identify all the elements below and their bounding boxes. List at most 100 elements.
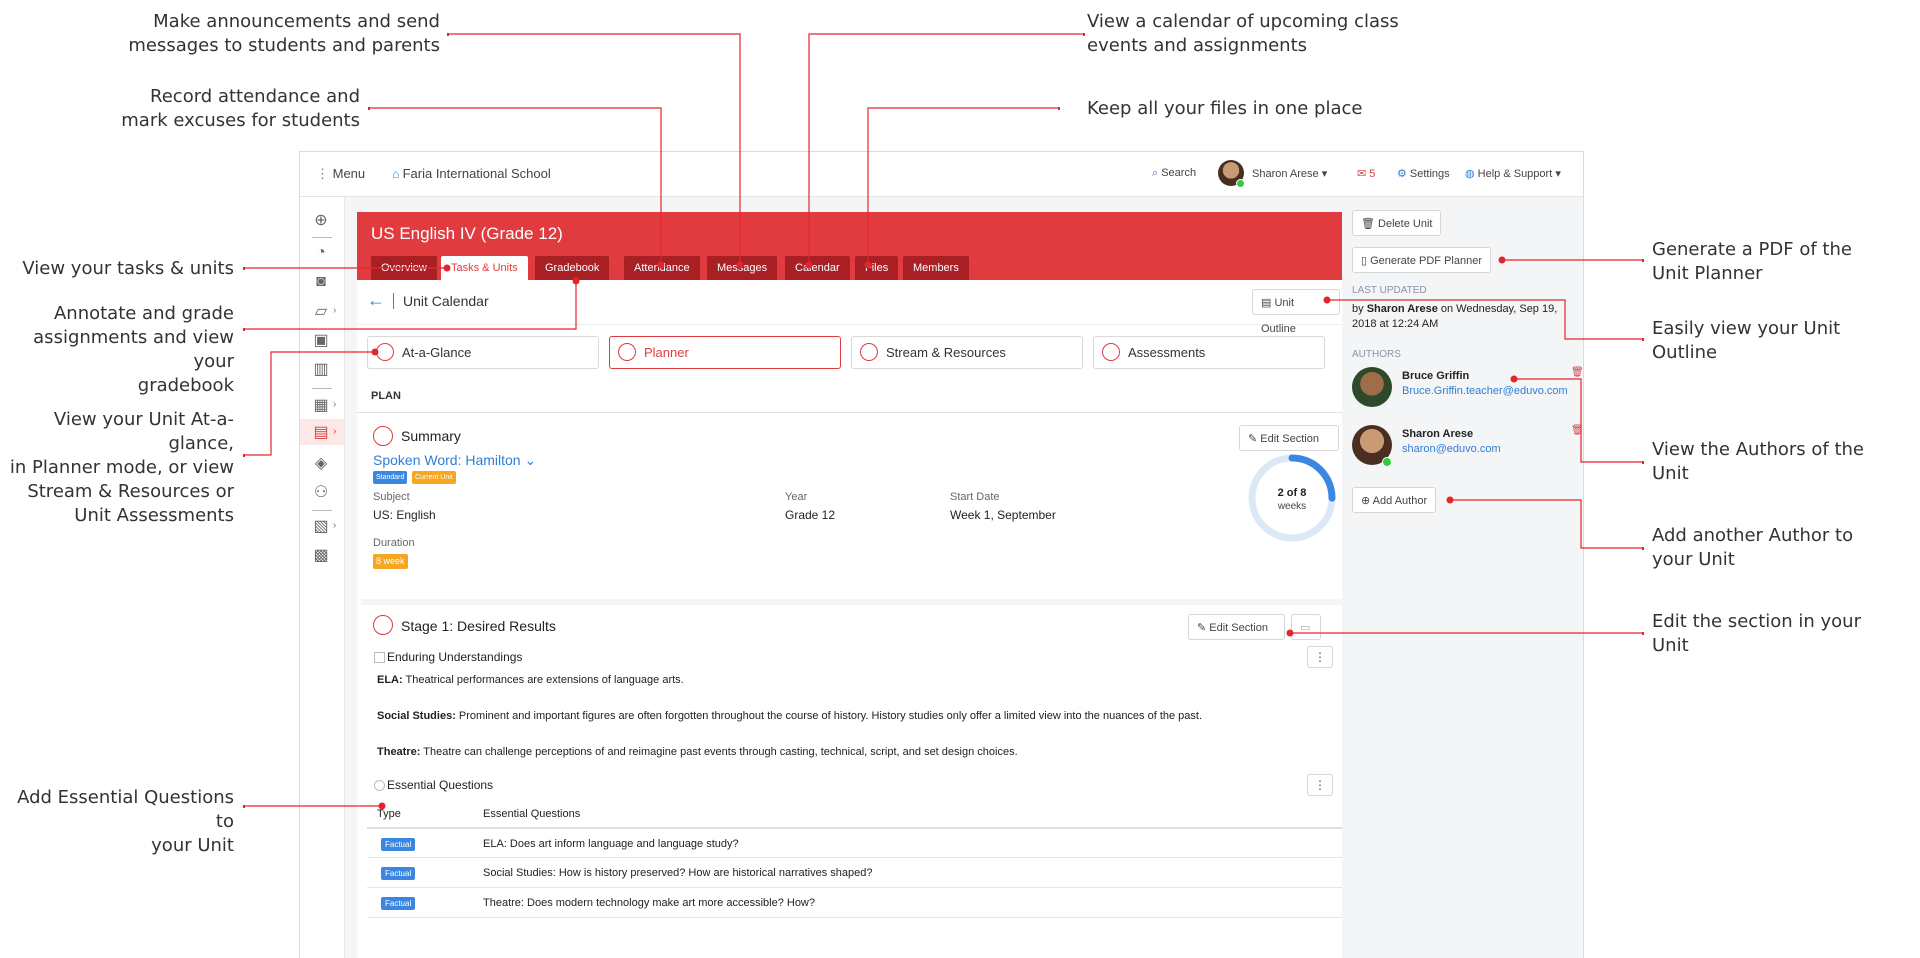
trash-icon[interactable]: 🗑	[1571, 425, 1583, 436]
subject-label: Subject	[373, 491, 410, 503]
tab-files[interactable]: Files	[855, 256, 899, 280]
planner-icon	[618, 343, 636, 361]
eu-item-label: Social Studies:	[377, 710, 456, 722]
year-value: Grade 12	[785, 508, 836, 522]
grid-icon[interactable]: ▦	[310, 394, 332, 416]
trash-icon[interactable]: 🗑	[1571, 367, 1583, 378]
briefcase-icon[interactable]: ▣	[310, 329, 332, 351]
eq-toggle[interactable]	[374, 780, 385, 791]
back-arrow-icon[interactable]: ←	[367, 290, 385, 311]
annotation-add-author: Add another Author to your Unit	[1652, 525, 1854, 570]
tab-overview[interactable]: Overview	[371, 256, 437, 280]
view-tab-planner[interactable]: Planner	[609, 336, 841, 369]
file-icon: ▯	[1361, 255, 1371, 267]
annotation-essential-questions: Add Essential Questions to your Unit	[17, 787, 234, 856]
unit-calendar-bar: ← Unit Calendar ▤ Unit Outline	[357, 280, 1342, 335]
view-tab-at-a-glance[interactable]: At-a-Glance	[367, 336, 599, 369]
menu-button[interactable]: ⋮ Menu	[316, 166, 365, 182]
callout-end	[1642, 547, 1644, 550]
eu-more-button[interactable]: ⋮	[1307, 646, 1333, 668]
callout-end	[1642, 259, 1644, 262]
settings-button[interactable]: ⚙ Settings	[1397, 167, 1450, 180]
duration-badge: 8 week	[373, 554, 408, 569]
unit-selector[interactable]: Spoken Word: Hamilton ⌄	[373, 452, 536, 469]
rail-divider	[312, 237, 332, 238]
tag-standard: Standard	[373, 471, 408, 484]
stage1-edit-button[interactable]: ✎ Edit Section	[1188, 614, 1285, 640]
tab-messages[interactable]: Messages	[707, 256, 778, 280]
unit-planner-icon[interactable]: ▤	[310, 421, 332, 443]
callout-end	[1083, 33, 1085, 36]
mail-button[interactable]: ✉ 5	[1357, 167, 1375, 180]
author-email[interactable]: Bruce.Griffin.teacher@eduvo.com	[1402, 385, 1568, 397]
eu-item-text: Theatre can challenge perceptions of and…	[423, 746, 1018, 758]
eu-item: ELA: Theatrical performances are extensi…	[377, 674, 684, 686]
online-status-dot	[1236, 179, 1245, 188]
enduring-understandings-label: Enduring Understandings	[387, 650, 523, 664]
search-button[interactable]: ⌕ Search	[1152, 167, 1196, 180]
annotation-gradebook: Annotate and grade assignments and view …	[33, 303, 234, 396]
camera-icon[interactable]: ◙	[310, 271, 332, 293]
dashboard-icon[interactable]: ◔	[310, 242, 332, 264]
subject-value: US: English	[373, 508, 436, 522]
eq-header-question: Essential Questions	[483, 808, 581, 820]
summary-edit-button[interactable]: ✎ Edit Section	[1239, 425, 1339, 451]
edit-label: Edit Section	[1260, 433, 1319, 445]
tab-calendar[interactable]: Calendar	[785, 256, 850, 280]
view-tab-label: Stream & Resources	[886, 345, 1006, 360]
view-tab-stream-resources[interactable]: Stream & Resources	[851, 336, 1083, 369]
unit-header: US English IV (Grade 12) Overview Tasks …	[357, 212, 1342, 280]
tab-members[interactable]: Members	[903, 256, 969, 280]
documents-icon[interactable]: ▧	[310, 515, 332, 537]
table-row: Factual Social Studies: How is history pr…	[367, 857, 1346, 888]
tab-attendance[interactable]: Attendance	[624, 256, 700, 280]
home-icon: ⌂	[392, 167, 403, 181]
callout-end	[243, 267, 245, 270]
chart-icon[interactable]: ▱	[310, 300, 332, 322]
help-menu[interactable]: ◍ Help & Support ▾	[1465, 167, 1561, 180]
author-email[interactable]: sharon@eduvo.com	[1402, 443, 1501, 455]
callout-end	[1642, 632, 1644, 635]
callout-end	[243, 328, 245, 331]
annotation-outline: Easily view your Unit Outline	[1652, 318, 1841, 363]
trash-icon: 🗑	[1361, 218, 1379, 230]
generate-pdf-button[interactable]: ▯ Generate PDF Planner	[1352, 247, 1491, 273]
user-name: Sharon Arese	[1252, 168, 1319, 180]
tab-tasks-units[interactable]: Tasks & Units	[441, 256, 528, 280]
user-menu[interactable]: Sharon Arese ▾	[1252, 167, 1327, 180]
delete-label: Delete Unit	[1378, 218, 1433, 230]
tab-gradebook[interactable]: Gradebook	[535, 256, 610, 280]
add-author-button[interactable]: ⊕ Add Author	[1352, 487, 1437, 513]
eq-table-header: Type Essential Questions	[367, 801, 1346, 827]
add-icon[interactable]: ⊕	[310, 209, 332, 231]
calendar-settings-icon[interactable]: ▩	[310, 544, 332, 566]
pdf-label: Generate PDF Planner	[1370, 255, 1482, 267]
question-text: Social Studies: How is history preserved…	[483, 867, 873, 879]
chevron-right-icon: ›	[333, 305, 337, 316]
updated-by: Sharon Arese	[1366, 303, 1438, 315]
app-window: ⋮ Menu ⌂ Faria International School ⌕ Se…	[299, 151, 1584, 958]
users-icon[interactable]: ⚇	[310, 481, 332, 503]
map-icon[interactable]: ▥	[310, 358, 332, 380]
delete-unit-button[interactable]: 🗑 Delete Unit	[1352, 210, 1442, 236]
updated-date: on Wednesday, Sep 19,	[1440, 303, 1558, 315]
menu-label: Menu	[332, 166, 366, 181]
annotation-unit-views: View your Unit At-a-glance, in Planner m…	[9, 409, 234, 526]
cube-icon[interactable]: ◈	[310, 452, 332, 474]
avatar	[1352, 367, 1392, 407]
unit-calendar-title: Unit Calendar	[403, 293, 489, 309]
callout-end	[368, 107, 370, 110]
eu-checkbox[interactable]	[374, 652, 385, 663]
unit-outline-button[interactable]: ▤ Unit Outline	[1252, 289, 1340, 335]
comment-button[interactable]: ▭	[1291, 614, 1321, 640]
school-link[interactable]: ⌂ Faria International School	[392, 166, 551, 181]
online-status-dot	[1382, 457, 1392, 467]
eq-more-button[interactable]: ⋮	[1307, 774, 1333, 796]
callout-end	[243, 805, 245, 808]
summary-heading: Summary	[401, 428, 461, 444]
annotation-calendar: View a calendar of upcoming class events…	[1087, 11, 1399, 56]
unit-title: US English IV (Grade 12)	[371, 224, 563, 243]
chevron-down-icon: ⌄	[520, 452, 537, 468]
chevron-right-icon: ›	[333, 426, 337, 437]
view-tab-assessments[interactable]: Assessments	[1093, 336, 1325, 369]
